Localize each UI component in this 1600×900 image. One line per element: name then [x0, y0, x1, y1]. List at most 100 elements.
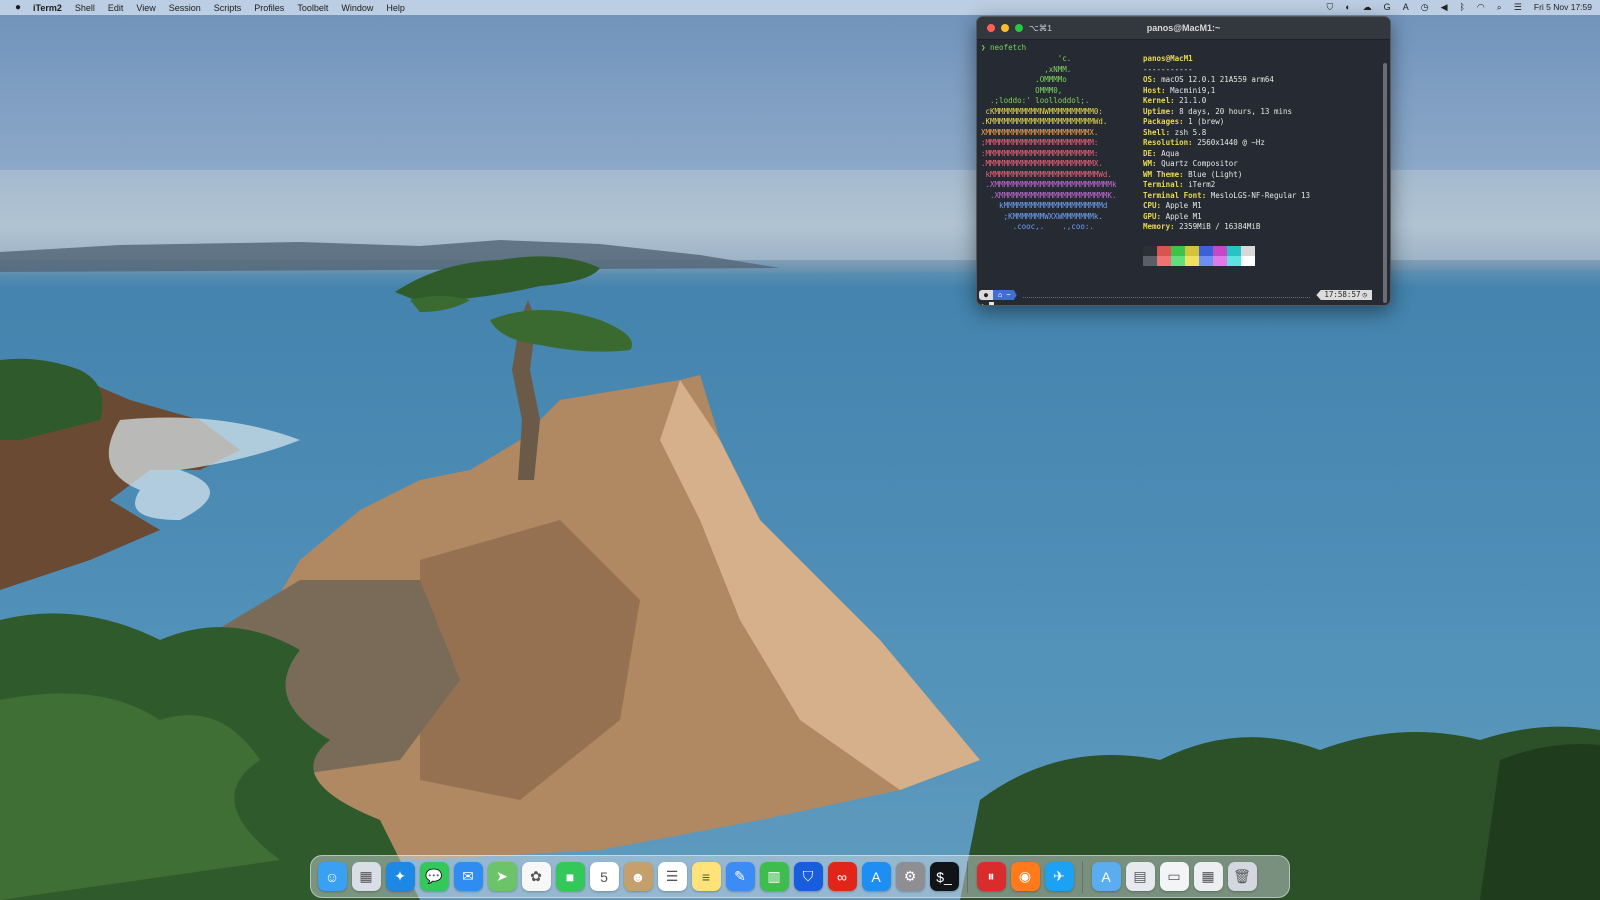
- info-row: Packages: 1 (brew): [1143, 117, 1310, 128]
- dock-notes-icon[interactable]: ≡: [691, 862, 721, 891]
- dock-photos-icon[interactable]: ✿: [521, 862, 551, 891]
- dock-numbers-icon[interactable]: ▥: [759, 862, 789, 891]
- dock-contacts-icon[interactable]: ☻: [623, 862, 653, 891]
- dock-facetime-icon[interactable]: ■: [555, 862, 585, 891]
- dock-iterm2-icon[interactable]: $_: [929, 862, 959, 891]
- dock-applications-folder-icon[interactable]: A: [1091, 862, 1121, 891]
- menu-edit[interactable]: Edit: [108, 3, 124, 13]
- info-key: DE: [1143, 148, 1153, 158]
- clock-icon: ◷: [1362, 290, 1367, 299]
- info-row: OS: macOS 12.0.1 21A559 arm64: [1143, 75, 1310, 86]
- dock-bitwarden-icon[interactable]: ⛉: [793, 862, 823, 891]
- menu-session[interactable]: Session: [169, 3, 201, 13]
- menu-help[interactable]: Help: [386, 3, 405, 13]
- info-key: Terminal: [1143, 180, 1180, 189]
- menu-window[interactable]: Window: [341, 3, 373, 13]
- dock-app-store-icon[interactable]: A: [861, 862, 891, 891]
- grammar-icon[interactable]: G: [1384, 0, 1391, 15]
- prompt-bar: ● ⌂ ~ 17:58:57 ◷: [979, 290, 1372, 300]
- info-colon: :: [1170, 106, 1180, 116]
- time-machine-icon[interactable]: ◷: [1421, 0, 1429, 15]
- prompt-os-icon: ●: [979, 290, 993, 300]
- dock-screenshots-stack-icon[interactable]: ▦: [1193, 862, 1223, 891]
- menu-view[interactable]: View: [136, 3, 155, 13]
- color-swatch: [1199, 256, 1213, 266]
- wifi-icon[interactable]: ◠: [1477, 0, 1485, 15]
- window-titlebar[interactable]: ⌥⌘1 panos@MacM1:~: [977, 17, 1390, 40]
- toggle-icon[interactable]: ◐: [1345, 0, 1350, 15]
- logo-line: .XMMMMMMMMMMMMMMMMMMMMMMMMMMk: [981, 180, 1117, 189]
- info-key: Shell: [1143, 127, 1166, 137]
- info-value: Aqua: [1161, 148, 1180, 158]
- dock-trash-icon[interactable]: 🗑: [1227, 862, 1257, 891]
- iterm2-window[interactable]: ⌥⌘1 panos@MacM1:~ ❯ neofetch 'c. ,xNMM. …: [976, 16, 1391, 306]
- color-swatch: [1241, 256, 1255, 266]
- info-value: Quartz Compositor: [1161, 159, 1238, 168]
- color-swatch: [1171, 246, 1185, 256]
- menu-toolbelt[interactable]: Toolbelt: [297, 3, 328, 13]
- dock-firefox-icon[interactable]: ◉: [1010, 862, 1040, 891]
- menu-profiles[interactable]: Profiles: [254, 3, 284, 13]
- info-colon: :: [1188, 138, 1198, 147]
- menu-shell[interactable]: Shell: [75, 3, 95, 13]
- shield-icon[interactable]: ⛉: [1326, 0, 1333, 15]
- dock-downloads-stack-icon[interactable]: ▤: [1125, 862, 1155, 891]
- info-key: WM Theme: [1143, 169, 1180, 179]
- cloud-icon[interactable]: ☁: [1363, 0, 1372, 15]
- info-row: Kernel: 21.1.0: [1143, 96, 1310, 107]
- dock-messages-icon[interactable]: 💬: [419, 862, 449, 891]
- info-value: 2359MiB / 16384MiB: [1179, 222, 1261, 231]
- prompt-directory: ⌂ ~: [993, 290, 1017, 300]
- dock-parallels-icon[interactable]: ⏸: [976, 862, 1006, 891]
- logo-line: cKMMMMMMMMMMNWMMMMMMMMMM0:: [981, 106, 1103, 116]
- dock-separator: [967, 860, 968, 893]
- dock-safari-icon[interactable]: ✦: [385, 862, 415, 891]
- control-center-icon[interactable]: ☰: [1514, 0, 1522, 15]
- info-colon: :: [1179, 169, 1189, 179]
- dock-mail-icon[interactable]: ✉: [453, 862, 483, 891]
- dock-system-preferences-icon[interactable]: ⚙: [895, 862, 925, 891]
- dock-pages-icon[interactable]: ✎: [725, 862, 755, 891]
- apple-menu-icon[interactable]: ●: [12, 2, 24, 13]
- volume-icon[interactable]: ◀: [1441, 0, 1448, 15]
- scrollbar[interactable]: [1383, 63, 1387, 303]
- info-row: CPU: Apple M1: [1143, 201, 1310, 212]
- info-key: Memory: [1143, 222, 1171, 231]
- dock-documents-stack-icon[interactable]: ▭: [1159, 862, 1189, 891]
- info-value: 1 (brew): [1188, 117, 1225, 126]
- dock-reminders-icon[interactable]: ☰: [657, 862, 687, 891]
- menu-scripts[interactable]: Scripts: [214, 3, 242, 13]
- logo-line: XMMMMMMMMMMMMMMMMMMMMMMMX.: [981, 127, 1099, 137]
- dock-launchpad-icon[interactable]: ▦: [351, 862, 381, 891]
- neofetch-info: panos@MacM1 ----------- OS: macOS 12.0.1…: [1143, 54, 1310, 233]
- bluetooth-icon[interactable]: ᛒ: [1459, 0, 1464, 15]
- text-input-icon[interactable]: A: [1403, 0, 1409, 15]
- info-value: 21.1.0: [1179, 96, 1207, 105]
- logo-line: ;KMMMMMMMWXXWMMMMMMMk.: [981, 211, 1103, 221]
- logo-line: ,xNMM.: [981, 64, 1072, 74]
- dock-calendar-icon[interactable]: 5: [589, 862, 619, 891]
- dock-twitter-icon[interactable]: ✈: [1044, 862, 1074, 891]
- info-colon: :: [1170, 96, 1180, 105]
- color-swatch: [1143, 256, 1157, 266]
- info-row: WM Theme: Blue (Light): [1143, 170, 1310, 181]
- info-row: Memory: 2359MiB / 16384MiB: [1143, 222, 1310, 233]
- dock-maps-icon[interactable]: ➤: [487, 862, 517, 891]
- dock-creative-cloud-icon[interactable]: ∞: [827, 862, 857, 891]
- logo-line: kMMMMMMMMMMMMMMMMMMMMMMMMWd.: [981, 169, 1112, 179]
- info-value: Macmini9,1: [1170, 85, 1216, 95]
- info-key: Packages: [1143, 117, 1180, 126]
- info-value: macOS 12.0.1 21A559 arm64: [1161, 75, 1274, 84]
- dock-separator: [1082, 860, 1083, 893]
- menu-clock[interactable]: Fri 5 Nov 17:59: [1534, 0, 1592, 15]
- user-host: panos@MacM1: [1143, 54, 1193, 63]
- info-colon: :: [1179, 117, 1189, 126]
- spotlight-icon[interactable]: ⌕: [1497, 0, 1502, 15]
- info-value: Apple M1: [1165, 211, 1202, 221]
- prompt-input[interactable]: ❯: [981, 302, 994, 305]
- info-colon: :: [1156, 211, 1166, 221]
- logo-line: 'c.: [981, 54, 1072, 63]
- dock-finder-icon[interactable]: ☺: [317, 862, 347, 891]
- menu-app-name[interactable]: iTerm2: [33, 3, 62, 13]
- info-row: Terminal: iTerm2: [1143, 180, 1310, 191]
